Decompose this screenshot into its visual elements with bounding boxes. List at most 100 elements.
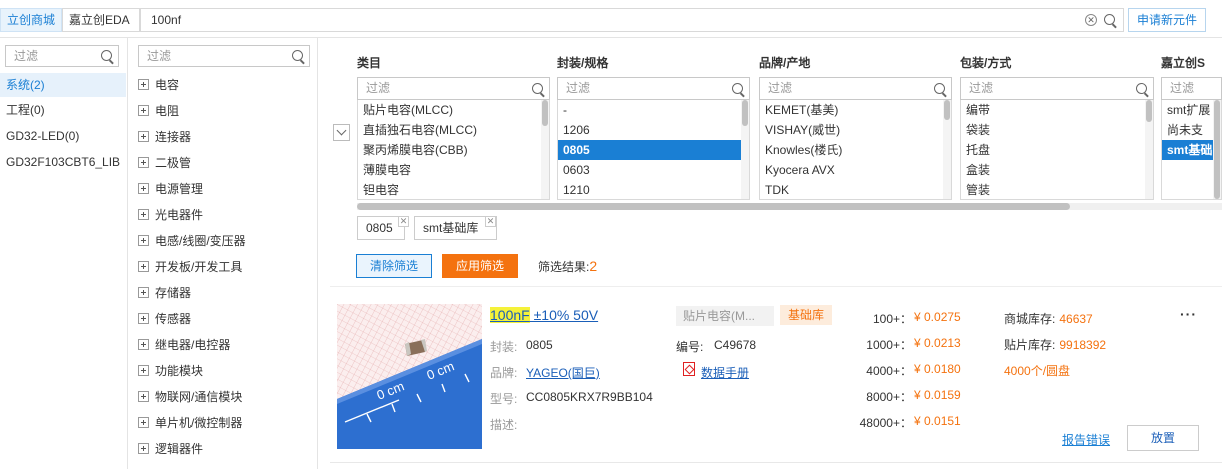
category-item[interactable]: 光电器件: [138, 205, 203, 225]
product-name-link[interactable]: 100nF ±10% 50V: [490, 307, 598, 323]
remove-filter-icon[interactable]: ✕: [398, 216, 409, 227]
filter-option[interactable]: 0805: [558, 140, 741, 160]
filter-option[interactable]: 托盘: [961, 140, 1145, 160]
collapse-filters-icon[interactable]: [333, 124, 350, 141]
category-item[interactable]: 电感/线圈/变压器: [138, 231, 246, 251]
remove-filter-icon[interactable]: ✕: [485, 216, 496, 227]
scrollbar-thumb[interactable]: [742, 100, 748, 126]
filter-option[interactable]: smt基础: [1162, 140, 1213, 160]
category-item[interactable]: 传感器: [138, 309, 191, 329]
expand-plus-icon[interactable]: [138, 391, 149, 402]
product-image[interactable]: 0 cm 0 cm: [337, 304, 482, 449]
expand-plus-icon[interactable]: [138, 131, 149, 142]
scrollbar-thumb[interactable]: [1214, 100, 1220, 199]
search-icon[interactable]: [1104, 14, 1115, 25]
project-item-gd32f103[interactable]: GD32F103CBT6_LIB: [0, 150, 126, 174]
filter-option[interactable]: TDK: [760, 180, 943, 199]
expand-plus-icon[interactable]: [138, 365, 149, 376]
category-item[interactable]: 电容: [138, 75, 179, 95]
expand-plus-icon[interactable]: [138, 105, 149, 116]
tab-jlc-eda[interactable]: 嘉立创EDA: [62, 8, 140, 32]
filter-option[interactable]: -: [558, 100, 741, 120]
filter-option[interactable]: VISHAY(威世): [760, 120, 943, 140]
filter-option[interactable]: 直插独石电容(MLCC): [358, 120, 541, 140]
expand-plus-icon[interactable]: [138, 183, 149, 194]
project-filter-input[interactable]: 过滤: [5, 45, 119, 67]
vertical-scrollbar[interactable]: [943, 100, 951, 199]
filter-option[interactable]: 薄膜电容: [358, 160, 541, 180]
project-item-system[interactable]: 系统(2): [0, 73, 126, 97]
datasheet-link[interactable]: 数据手册: [701, 364, 749, 381]
column-filter-input[interactable]: 过滤: [557, 77, 750, 100]
filter-option[interactable]: 1206: [558, 120, 741, 140]
filter-option[interactable]: 袋装: [961, 120, 1145, 140]
filter-option[interactable]: Knowles(楼氏): [760, 140, 943, 160]
filter-option[interactable]: 尚未支: [1162, 120, 1213, 140]
search-input[interactable]: [151, 9, 1051, 31]
apply-new-component-button[interactable]: 申请新元件: [1128, 8, 1206, 32]
tier-quantity: 4000+：: [866, 364, 912, 378]
place-button[interactable]: 放置: [1127, 425, 1199, 451]
category-item[interactable]: 电源管理: [138, 179, 203, 199]
expand-plus-icon[interactable]: [138, 235, 149, 246]
scrollbar-thumb[interactable]: [357, 203, 1070, 210]
expand-plus-icon[interactable]: [138, 79, 149, 90]
filter-option[interactable]: Kyocera AVX: [760, 160, 943, 180]
column-filter-input[interactable]: 过滤: [960, 77, 1154, 100]
vertical-scrollbar[interactable]: [741, 100, 749, 199]
expand-plus-icon[interactable]: [138, 157, 149, 168]
filter-option[interactable]: 0603: [558, 160, 741, 180]
expand-plus-icon[interactable]: [138, 209, 149, 220]
category-item[interactable]: 电阻: [138, 101, 179, 121]
vertical-scrollbar[interactable]: [1145, 100, 1153, 199]
category-item[interactable]: 功能模块: [138, 361, 203, 381]
brand-link[interactable]: YAGEO(国巨): [526, 364, 600, 381]
more-options-icon[interactable]: ···: [1180, 306, 1197, 322]
filter-option[interactable]: 聚丙烯膜电容(CBB): [358, 140, 541, 160]
scrollbar-thumb[interactable]: [944, 100, 950, 120]
filter-option[interactable]: 管装: [961, 180, 1145, 199]
project-item-project[interactable]: 工程(0): [0, 98, 126, 122]
column-filter-input[interactable]: 过滤: [1161, 77, 1222, 100]
category-item[interactable]: 逻辑器件: [138, 439, 203, 459]
category-item[interactable]: 单片机/微控制器: [138, 413, 242, 433]
clear-icon[interactable]: ✕: [1085, 14, 1097, 26]
category-item[interactable]: 二极管: [138, 153, 191, 173]
expand-plus-icon[interactable]: [138, 417, 149, 428]
filter-option[interactable]: 贴片电容(MLCC): [358, 100, 541, 120]
vertical-scrollbar[interactable]: [541, 100, 549, 199]
category-item[interactable]: 开发板/开发工具: [138, 257, 242, 277]
filter-option[interactable]: smt扩展: [1162, 100, 1213, 120]
filter-option[interactable]: KEMET(基美): [760, 100, 943, 120]
vertical-scrollbar[interactable]: [1213, 100, 1221, 199]
apply-filter-button[interactable]: 应用筛选: [442, 254, 518, 278]
expand-plus-icon[interactable]: [138, 339, 149, 350]
category-filter-input[interactable]: 过滤: [138, 45, 310, 67]
category-item[interactable]: 继电器/电控器: [138, 335, 230, 355]
expand-plus-icon[interactable]: [138, 313, 149, 324]
category-label: 功能模块: [155, 364, 204, 378]
filter-option[interactable]: 编带: [961, 100, 1145, 120]
scrollbar-thumb[interactable]: [542, 100, 548, 126]
category-item[interactable]: 连接器: [138, 127, 191, 147]
filter-option[interactable]: 钽电容: [358, 180, 541, 199]
filter-option[interactable]: 1210: [558, 180, 741, 199]
filter-option[interactable]: 盒装: [961, 160, 1145, 180]
expand-plus-icon[interactable]: [138, 443, 149, 454]
expand-plus-icon[interactable]: [138, 261, 149, 272]
project-item-gd32-led[interactable]: GD32-LED(0): [0, 124, 126, 148]
category-item[interactable]: 存储器: [138, 283, 191, 303]
filter-placeholder: 过滤: [566, 81, 591, 95]
category-item[interactable]: 物联网/通信模块: [138, 387, 242, 407]
report-error-link[interactable]: 报告错误: [1062, 431, 1110, 448]
expand-plus-icon[interactable]: [138, 287, 149, 298]
tab-lcsc[interactable]: 立创商城: [0, 8, 62, 32]
result-count: 2: [589, 258, 598, 274]
column-filter-input[interactable]: 过滤: [759, 77, 952, 100]
filter-column-title: 封装/规格: [557, 56, 609, 70]
brand-label: 品牌:: [490, 366, 518, 380]
column-filter-input[interactable]: 过滤: [357, 77, 550, 100]
horizontal-scrollbar[interactable]: [357, 203, 1222, 210]
scrollbar-thumb[interactable]: [1146, 100, 1152, 122]
clear-filter-button[interactable]: 清除筛选: [356, 254, 432, 278]
